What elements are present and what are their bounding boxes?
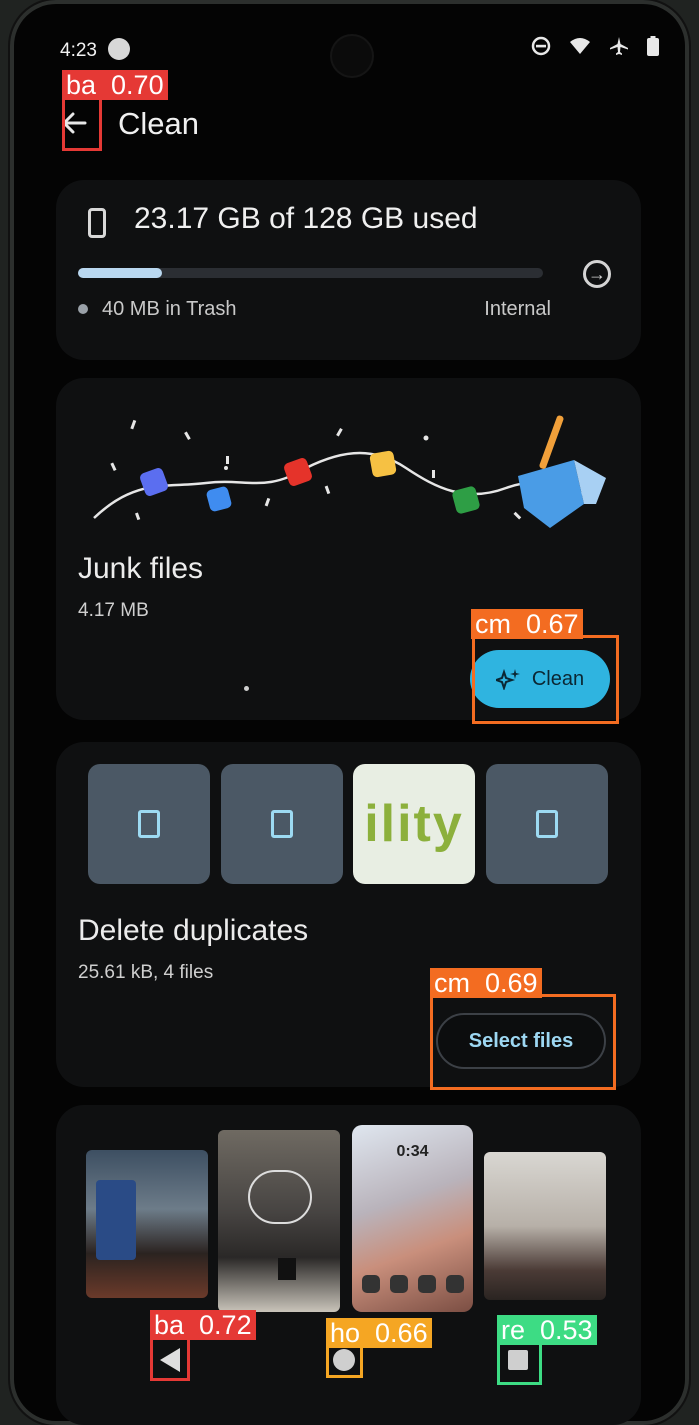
dnd-icon xyxy=(531,36,551,56)
detection-label-nav-back: ba 0.72 xyxy=(150,1310,256,1340)
detection-label-home: ho 0.66 xyxy=(326,1318,432,1348)
screenshot-thumb[interactable]: 0:34 xyxy=(352,1125,473,1312)
airplane-icon xyxy=(610,37,628,55)
detection-label-select: cm 0.69 xyxy=(430,968,542,998)
page-title: Clean xyxy=(118,106,199,141)
document-icon xyxy=(536,810,558,838)
duplicate-image-text: ility xyxy=(364,795,464,853)
storage-location: Internal xyxy=(484,298,551,320)
duplicate-image-thumb[interactable]: ility xyxy=(353,764,475,884)
document-icon xyxy=(138,810,160,838)
notification-icon xyxy=(108,38,130,60)
lockscreen-time: 0:34 xyxy=(396,1143,429,1160)
detection-label-clean: cm 0.67 xyxy=(471,609,583,639)
screenshot-thumb[interactable] xyxy=(484,1152,606,1300)
storage-progress-bar xyxy=(78,268,543,278)
arrow-circle-right-icon[interactable]: → xyxy=(583,260,611,288)
junk-files-size: 4.17 MB xyxy=(78,600,149,621)
duplicate-file-thumb[interactable] xyxy=(221,764,343,884)
detection-label-recents: re 0.53 xyxy=(497,1315,597,1345)
trash-dot-icon xyxy=(78,304,88,314)
phone-icon xyxy=(88,208,106,238)
status-icons xyxy=(531,36,659,56)
duplicates-summary: 25.61 kB, 4 files xyxy=(78,962,214,983)
screenshot-thumb[interactable] xyxy=(86,1150,208,1298)
detection-box-select xyxy=(430,994,616,1090)
detection-box-back xyxy=(62,97,102,151)
wifi-icon xyxy=(570,38,590,54)
junk-illustration xyxy=(93,415,606,528)
document-icon xyxy=(271,810,293,838)
battery-icon xyxy=(647,36,659,56)
detection-box-clean xyxy=(472,635,619,724)
storage-progress-fill xyxy=(78,268,163,278)
detection-box-recents xyxy=(497,1341,542,1385)
storage-summary: 23.17 GB of 128 GB used xyxy=(134,202,478,235)
duplicates-title: Delete duplicates xyxy=(78,914,309,947)
front-camera xyxy=(332,36,372,76)
screenshot-thumb[interactable] xyxy=(218,1130,340,1312)
junk-files-title: Junk files xyxy=(78,552,204,585)
duplicate-file-thumb[interactable] xyxy=(88,764,210,884)
storage-card[interactable]: 23.17 GB of 128 GB used → 40 MB in Trash… xyxy=(56,180,641,360)
detection-label-back: ba 0.70 xyxy=(62,70,168,100)
page-indicator-dot xyxy=(244,686,249,691)
trash-size: 40 MB in Trash xyxy=(102,298,237,320)
status-time: 4:23 xyxy=(60,40,97,61)
duplicate-file-thumb[interactable] xyxy=(486,764,608,884)
detection-box-nav-back xyxy=(150,1337,190,1381)
